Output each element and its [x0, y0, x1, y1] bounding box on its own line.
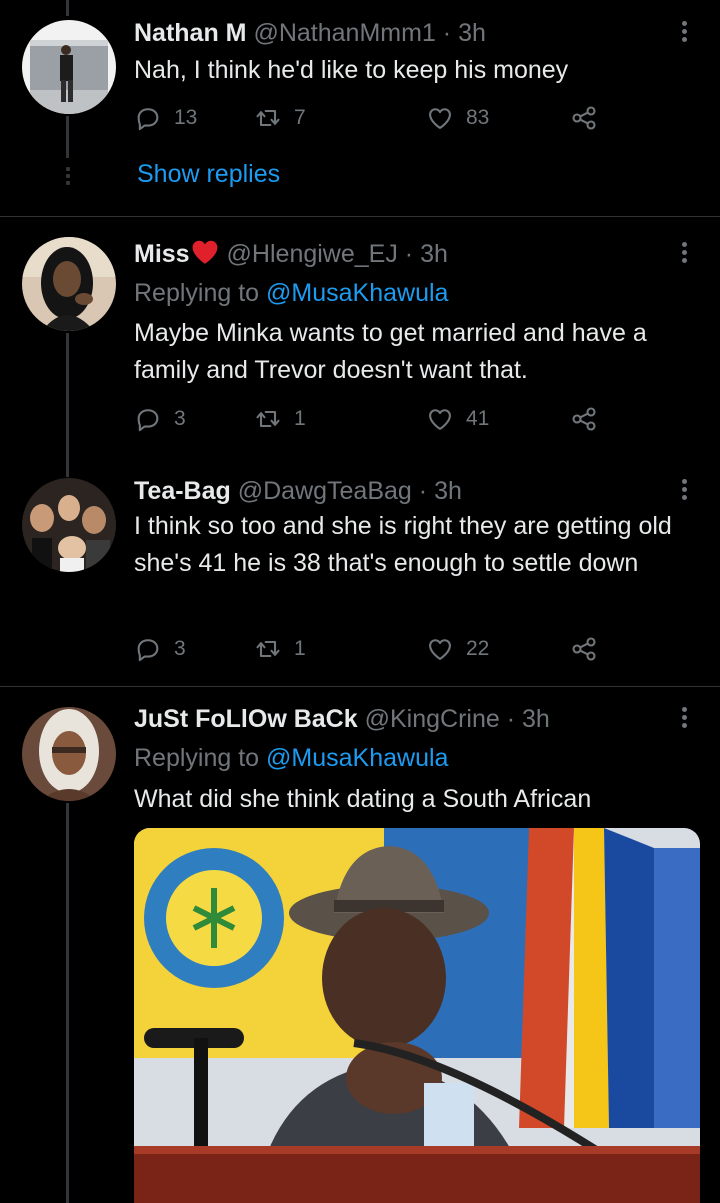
reply-button[interactable]: 3: [134, 635, 186, 663]
tweet-actions: 3 1 41: [134, 405, 614, 439]
replying-prefix: Replying to: [134, 744, 260, 772]
separator: ·: [506, 705, 516, 733]
retweet-button[interactable]: 7: [254, 104, 306, 132]
retweet-count: 1: [294, 407, 306, 430]
like-count: 22: [466, 637, 490, 660]
like-count: 41: [466, 407, 490, 430]
tweet-media-image[interactable]: [134, 828, 700, 1203]
user-handle[interactable]: @Hlengiwe_EJ: [227, 240, 398, 268]
reply-icon: [137, 639, 159, 662]
tweet-2[interactable]: Miss @Hlengiwe_EJ · 3h Replying to @Musa…: [0, 217, 720, 686]
share-icon: [572, 637, 596, 661]
mention-link[interactable]: @MusaKhawula: [266, 279, 448, 307]
tweet-text: Maybe Minka wants to get married and hav…: [134, 319, 647, 384]
reply-button[interactable]: 3: [134, 405, 186, 433]
display-name[interactable]: JuSt FoLlOw BaCk: [134, 705, 358, 733]
red-heart-icon: [192, 240, 218, 264]
like-icon: [429, 639, 451, 660]
separator: ·: [418, 477, 428, 505]
like-icon: [429, 409, 451, 430]
tweet-header: Tea-Bag @DawgTeaBag · 3h: [134, 476, 660, 506]
reply-count: 3: [174, 637, 186, 660]
tweet-text: What did she think dating a South Africa…: [134, 785, 592, 813]
tweet-header: Nathan M @NathanMmm1 · 3h: [134, 18, 660, 48]
more-icon[interactable]: [674, 18, 694, 48]
timestamp[interactable]: 3h: [458, 19, 486, 47]
thread-line-top: [66, 0, 69, 16]
share-icon: [572, 407, 596, 431]
avatar[interactable]: [22, 20, 116, 114]
replying-to: Replying to @MusaKhawula: [134, 743, 448, 773]
more-icon[interactable]: [674, 476, 694, 506]
display-name[interactable]: Nathan M: [134, 19, 247, 47]
reply-icon: [137, 108, 159, 131]
like-count: 83: [466, 106, 490, 129]
more-icon[interactable]: [674, 704, 694, 734]
separator: ·: [404, 240, 414, 268]
timestamp[interactable]: 3h: [434, 477, 462, 505]
separator: ·: [442, 19, 452, 47]
timestamp[interactable]: 3h: [522, 705, 550, 733]
tweet-text: Nah, I think he'd like to keep his money: [134, 56, 569, 84]
tweet-header: JuSt FoLlOw BaCk @KingCrine · 3h: [134, 704, 660, 734]
thread-dots: [64, 164, 72, 188]
show-replies-link[interactable]: Show replies: [137, 159, 280, 189]
avatar[interactable]: [22, 478, 116, 572]
tweet-header: Miss @Hlengiwe_EJ · 3h: [134, 239, 660, 269]
share-button[interactable]: [570, 635, 610, 663]
user-handle[interactable]: @NathanMmm1: [253, 19, 435, 47]
share-button[interactable]: [570, 405, 610, 433]
share-button[interactable]: [570, 104, 610, 132]
replying-prefix: Replying to: [134, 279, 260, 307]
thread-line: [66, 333, 69, 477]
display-name[interactable]: Tea-Bag: [134, 477, 231, 505]
like-button[interactable]: 22: [426, 635, 489, 663]
like-icon: [429, 108, 451, 129]
mention-link[interactable]: @MusaKhawula: [266, 744, 448, 772]
replying-to: Replying to @MusaKhawula: [134, 278, 448, 308]
retweet-count: 1: [294, 637, 306, 660]
reply-button[interactable]: 13: [134, 104, 197, 132]
tweet-text: I think so too and she is right they are…: [134, 512, 672, 577]
retweet-button[interactable]: 1: [254, 635, 306, 663]
retweet-button[interactable]: 1: [254, 405, 306, 433]
retweet-icon: [256, 640, 280, 658]
share-icon: [572, 106, 596, 130]
display-name[interactable]: Miss: [134, 240, 190, 268]
more-icon[interactable]: [674, 239, 694, 269]
timestamp[interactable]: 3h: [420, 240, 448, 268]
reply-count: 13: [174, 106, 198, 129]
tweet-1[interactable]: Nathan M @NathanMmm1 · 3h Nah, I think h…: [0, 0, 720, 216]
thread-line: [66, 116, 69, 158]
reply-icon: [137, 409, 159, 432]
retweet-icon: [256, 410, 280, 428]
thread-line: [66, 803, 69, 1203]
reply-count: 3: [174, 407, 186, 430]
tweet-actions: 13 7 83: [134, 104, 614, 138]
retweet-icon: [256, 109, 280, 127]
like-button[interactable]: 83: [426, 104, 489, 132]
user-handle[interactable]: @DawgTeaBag: [238, 477, 412, 505]
avatar[interactable]: [22, 707, 116, 801]
retweet-count: 7: [294, 106, 306, 129]
like-button[interactable]: 41: [426, 405, 489, 433]
tweet-actions: 3 1 22: [134, 635, 614, 669]
avatar[interactable]: [22, 237, 116, 331]
user-handle[interactable]: @KingCrine: [365, 705, 500, 733]
